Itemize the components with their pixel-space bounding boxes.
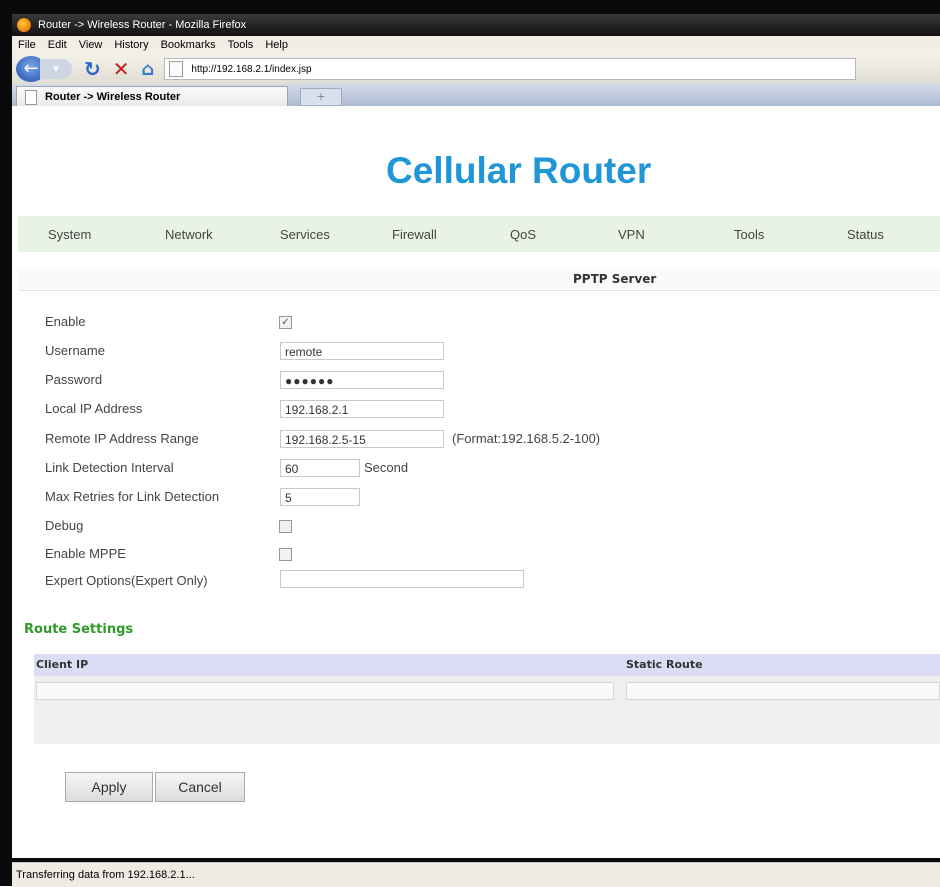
url-bar[interactable]: http://192.168.2.1/index.jsp <box>164 58 857 80</box>
menu-file[interactable]: File <box>18 39 36 51</box>
back-arrow-icon: ← <box>23 58 39 79</box>
new-tab-button[interactable]: + <box>300 88 342 106</box>
enable-label: Enable <box>45 314 86 329</box>
page-content: Cellular Router System Network Services … <box>12 106 940 858</box>
menu-bar: File Edit View History Bookmarks Tools H… <box>12 36 940 54</box>
url-text: http://192.168.2.1/index.jsp <box>191 63 312 75</box>
page-icon <box>25 89 37 105</box>
max-retries-field[interactable]: 5 <box>280 488 360 506</box>
section-header: PPTP Server <box>18 268 940 291</box>
expert-label: Expert Options(Expert Only) <box>45 573 208 588</box>
menu-history[interactable]: History <box>114 39 148 51</box>
local-ip-label: Local IP Address <box>45 401 143 416</box>
reload-icon[interactable]: ↻ <box>84 57 101 81</box>
page-icon <box>169 61 184 77</box>
dropdown-arrow-icon: ▾ <box>53 62 59 75</box>
enable-checkbox[interactable]: ✓ <box>279 316 292 329</box>
static-route-header: Static Route <box>626 658 703 671</box>
password-label: Password <box>45 372 103 387</box>
status-text: Transferring data from 192.168.2.1... <box>16 869 195 881</box>
menu-system[interactable]: System <box>48 227 91 242</box>
plus-icon: + <box>316 90 326 103</box>
cancel-button[interactable]: Cancel <box>155 772 245 802</box>
home-icon[interactable]: ⌂ <box>142 59 155 80</box>
remote-ip-field[interactable]: 192.168.2.5-15 <box>280 430 444 448</box>
remote-ip-label: Remote IP Address Range <box>45 431 199 446</box>
link-interval-unit: Second <box>364 460 409 475</box>
menu-help[interactable]: Help <box>265 39 288 51</box>
route-settings-title: Route Settings <box>24 622 134 637</box>
apply-button[interactable]: Apply <box>65 772 153 802</box>
link-interval-label: Link Detection Interval <box>45 460 174 475</box>
main-menu: System Network Services Firewall QoS VPN… <box>18 216 940 252</box>
checkmark-icon: ✓ <box>281 317 290 328</box>
window-title: Router -> Wireless Router - Mozilla Fire… <box>38 19 247 31</box>
expert-options-field[interactable] <box>280 570 524 588</box>
client-ip-header: Client IP <box>36 658 89 671</box>
title-bar: Router -> Wireless Router - Mozilla Fire… <box>12 14 940 36</box>
navigation-toolbar: ← ▾ ↻ ✕ ⌂ http://192.168.2.1/index.jsp <box>12 54 940 84</box>
page-title: Cellular Router <box>386 150 652 191</box>
menu-tools-nav[interactable]: Tools <box>734 227 764 242</box>
menu-status[interactable]: Status <box>847 227 884 242</box>
client-ip-input[interactable] <box>36 682 614 700</box>
menu-edit[interactable]: Edit <box>48 39 67 51</box>
local-ip-field[interactable]: 192.168.2.1 <box>280 400 444 418</box>
firefox-icon <box>16 17 32 33</box>
username-label: Username <box>45 343 105 358</box>
menu-bookmarks[interactable]: Bookmarks <box>161 39 216 51</box>
menu-network[interactable]: Network <box>165 227 213 242</box>
section-title: PPTP Server <box>573 272 657 286</box>
tab-bar: Router -> Wireless Router + <box>12 84 940 107</box>
username-field[interactable]: remote <box>280 342 444 360</box>
tab-router[interactable]: Router -> Wireless Router <box>16 86 288 107</box>
tab-label: Router -> Wireless Router <box>45 91 181 103</box>
static-route-input[interactable] <box>626 682 940 700</box>
forward-button[interactable]: ▾ <box>40 59 72 79</box>
debug-label: Debug <box>45 518 84 533</box>
menu-view[interactable]: View <box>79 39 103 51</box>
link-interval-field[interactable]: 60 <box>280 459 360 477</box>
route-table: Client IP Static Route <box>34 654 940 744</box>
menu-services[interactable]: Services <box>280 227 330 242</box>
menu-firewall[interactable]: Firewall <box>392 227 437 242</box>
mppe-label: Enable MPPE <box>45 546 126 561</box>
menu-tools[interactable]: Tools <box>228 39 254 51</box>
route-table-header: Client IP Static Route <box>34 654 940 676</box>
browser-window: Router -> Wireless Router - Mozilla Fire… <box>0 0 940 887</box>
remote-ip-hint: (Format:192.168.5.2-100) <box>452 431 601 446</box>
status-bar: Transferring data from 192.168.2.1... <box>12 862 940 887</box>
menu-vpn[interactable]: VPN <box>618 227 645 242</box>
mppe-checkbox[interactable] <box>279 548 292 561</box>
password-field[interactable]: ●●●●●● <box>280 371 444 389</box>
menu-qos[interactable]: QoS <box>510 227 536 242</box>
stop-icon[interactable]: ✕ <box>113 57 130 81</box>
debug-checkbox[interactable] <box>279 520 292 533</box>
max-retries-label: Max Retries for Link Detection <box>45 489 220 504</box>
